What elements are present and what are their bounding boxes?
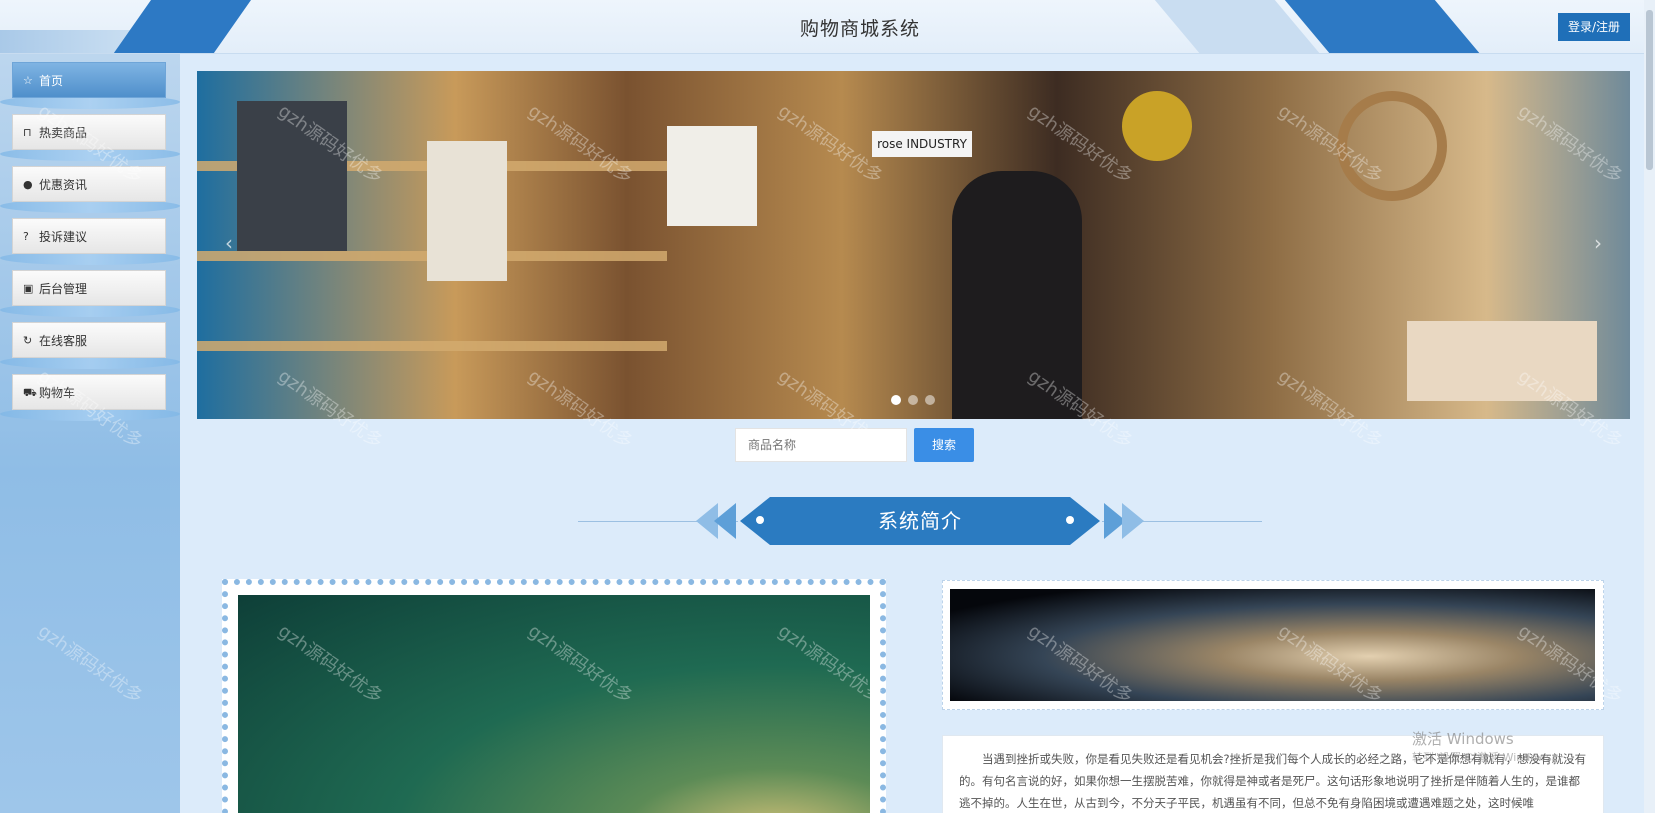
section-title: 系统简介 <box>878 509 962 533</box>
sidebar-item-home[interactable]: ☆ 首页 <box>12 62 166 98</box>
sidebar-item-label: 热卖商品 <box>39 126 88 140</box>
sidebar-item-label: 首页 <box>39 74 64 88</box>
windows-activation-subtitle: 转到"设置"以激活 Windows。 <box>1412 751 1563 764</box>
login-register-button[interactable]: 登录/注册 <box>1558 13 1630 41</box>
sidebar-item-label: 后台管理 <box>39 282 88 296</box>
search-button[interactable]: 搜索 <box>914 428 974 462</box>
sidebar-item-hot-products[interactable]: ⊓ 热卖商品 <box>12 114 166 150</box>
shopper-figure <box>952 171 1082 419</box>
chevron-right-icon <box>1122 503 1144 539</box>
chevron-left-icon <box>714 503 736 539</box>
page-scrollbar[interactable] <box>1644 0 1655 813</box>
products-display <box>667 126 757 226</box>
prev-slide-arrow[interactable]: ‹ <box>225 231 233 255</box>
sidebar-item-label: 投诉建议 <box>39 230 88 244</box>
sidebar-item-customer-service[interactable]: ↻ 在线客服 <box>12 322 166 358</box>
intro-image <box>238 595 870 813</box>
gold-globe <box>1122 91 1192 161</box>
next-slide-arrow[interactable]: › <box>1594 231 1602 255</box>
refresh-icon: ↻ <box>23 334 33 347</box>
earth-image <box>950 589 1595 701</box>
carousel-dot-3[interactable] <box>925 395 935 405</box>
info-icon: ● <box>23 178 33 191</box>
header: 购物商城系统 登录/注册 <box>0 0 1655 54</box>
shelf <box>197 341 667 351</box>
banner-carousel[interactable]: rose INDUSTRY ‹ › <box>197 71 1630 419</box>
round-mirror <box>1337 91 1447 201</box>
sidebar-item-admin[interactable]: ▣ 后台管理 <box>12 270 166 306</box>
site-title: 购物商城系统 <box>799 18 920 40</box>
carousel-dot-1[interactable] <box>891 395 901 405</box>
sidebar-item-label: 优惠资讯 <box>39 178 88 192</box>
sidebar-item-complaints[interactable]: ? 投诉建议 <box>12 218 166 254</box>
display-counter <box>1407 321 1597 401</box>
windows-activation-title: 激活 Windows <box>1412 730 1514 748</box>
question-icon: ? <box>23 230 29 243</box>
bags-display <box>237 101 347 251</box>
bag-icon: ⊓ <box>23 126 32 139</box>
search-input[interactable] <box>735 428 907 462</box>
towels-display <box>427 141 507 281</box>
briefcase-icon: ▣ <box>23 282 34 295</box>
star-icon: ☆ <box>23 74 33 87</box>
sidebar-item-label: 购物车 <box>39 386 76 400</box>
sidebar-item-cart[interactable]: ⛟ 购物车 <box>12 374 166 410</box>
scrollbar-thumb[interactable] <box>1646 10 1653 170</box>
cart-icon: ⛟ <box>23 386 37 399</box>
sidebar-item-promotions[interactable]: ● 优惠资讯 <box>12 166 166 202</box>
sidebar-item-label: 在线客服 <box>39 334 88 348</box>
store-sign: rose INDUSTRY <box>872 131 972 157</box>
carousel-dot-2[interactable] <box>908 395 918 405</box>
